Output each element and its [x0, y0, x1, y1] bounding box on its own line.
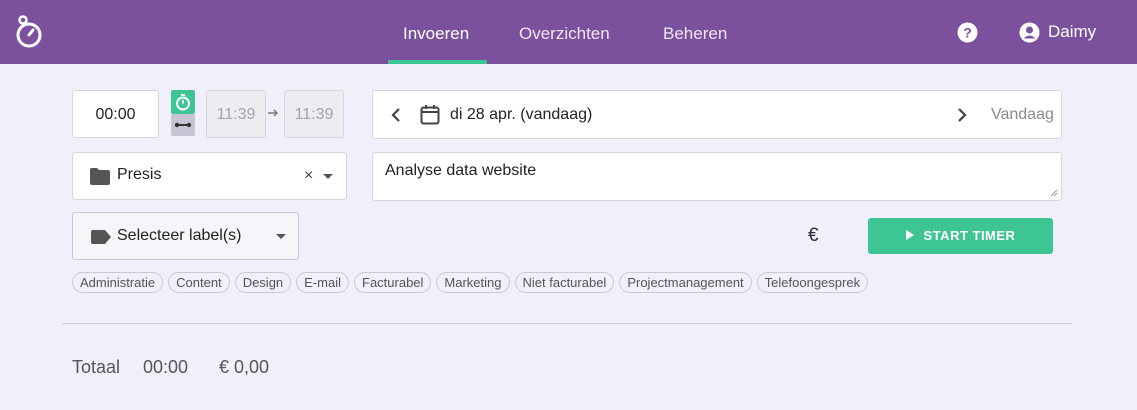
top-navigation-bar: Invoeren Overzichten Beheren ? Daimy [0, 0, 1137, 64]
user-name[interactable]: Daimy [1048, 22, 1096, 42]
label-chip[interactable]: Telefoongesprek [756, 272, 869, 293]
stopwatch-icon [176, 94, 190, 111]
date-navigator: di 28 apr. (vandaag) Vandaag [372, 90, 1062, 139]
start-time-input[interactable]: 11:39 [206, 90, 266, 138]
chevron-right-icon[interactable] [955, 106, 969, 124]
arrow-right-icon [268, 109, 279, 117]
label-suggestions: Administratie Content Design E-mail Fact… [72, 272, 869, 294]
project-select[interactable]: Presis × [72, 152, 347, 200]
today-button[interactable]: Vandaag [991, 106, 1054, 124]
user-avatar-icon[interactable] [1019, 22, 1040, 43]
nav-tab-invoeren[interactable]: Invoeren [403, 0, 469, 64]
total-amount: € 0,00 [219, 357, 270, 377]
calendar-icon[interactable] [420, 104, 440, 125]
duration-input[interactable]: 00:00 [72, 90, 159, 138]
label-select[interactable]: Selecteer label(s) [72, 212, 299, 260]
date-label[interactable]: di 28 apr. (vandaag) [450, 106, 592, 124]
help-icon[interactable]: ? [957, 22, 978, 43]
description-textarea[interactable]: Analyse data website [372, 152, 1062, 201]
manual-range-icon [174, 122, 192, 128]
label-chip[interactable]: Niet facturabel [514, 272, 615, 293]
label-chip[interactable]: Marketing [436, 272, 510, 293]
manual-mode-toggle[interactable] [171, 114, 195, 136]
total-label: Totaal [72, 357, 121, 377]
divider [62, 323, 1072, 324]
timer-mode-toggle[interactable] [171, 90, 195, 114]
label-chip[interactable]: E-mail [296, 272, 349, 293]
label-select-placeholder: Selecteer label(s) [117, 227, 242, 244]
label-chip[interactable]: Content [168, 272, 230, 293]
active-tab-indicator [388, 60, 487, 64]
label-chip[interactable]: Administratie [72, 272, 164, 293]
label-chip[interactable]: Design [234, 272, 292, 293]
start-timer-button[interactable]: START TIMER [868, 218, 1053, 254]
clear-project-button[interactable]: × [304, 167, 313, 185]
label-chip[interactable]: Facturabel [354, 272, 432, 293]
resize-handle-icon[interactable] [1050, 189, 1058, 197]
selected-project: Presis [117, 166, 162, 183]
chevron-down-icon[interactable] [276, 234, 286, 239]
tag-icon [91, 230, 111, 244]
start-timer-label: START TIMER [923, 228, 1016, 243]
svg-text:?: ? [963, 25, 972, 41]
total-time: 00:00 [143, 357, 189, 377]
nav-tab-overzichten[interactable]: Overzichten [519, 0, 610, 64]
play-icon [905, 230, 914, 240]
stopwatch-logo-icon[interactable] [14, 14, 44, 50]
nav-tab-beheren[interactable]: Beheren [663, 0, 727, 64]
folder-icon [90, 168, 110, 185]
label-chip[interactable]: Projectmanagement [619, 272, 752, 293]
end-time-input[interactable]: 11:39 [284, 90, 344, 138]
chevron-down-icon[interactable] [323, 174, 333, 179]
euro-icon[interactable]: € [808, 225, 819, 247]
description-text: Analyse data website [385, 162, 537, 179]
chevron-left-icon[interactable] [389, 106, 403, 124]
